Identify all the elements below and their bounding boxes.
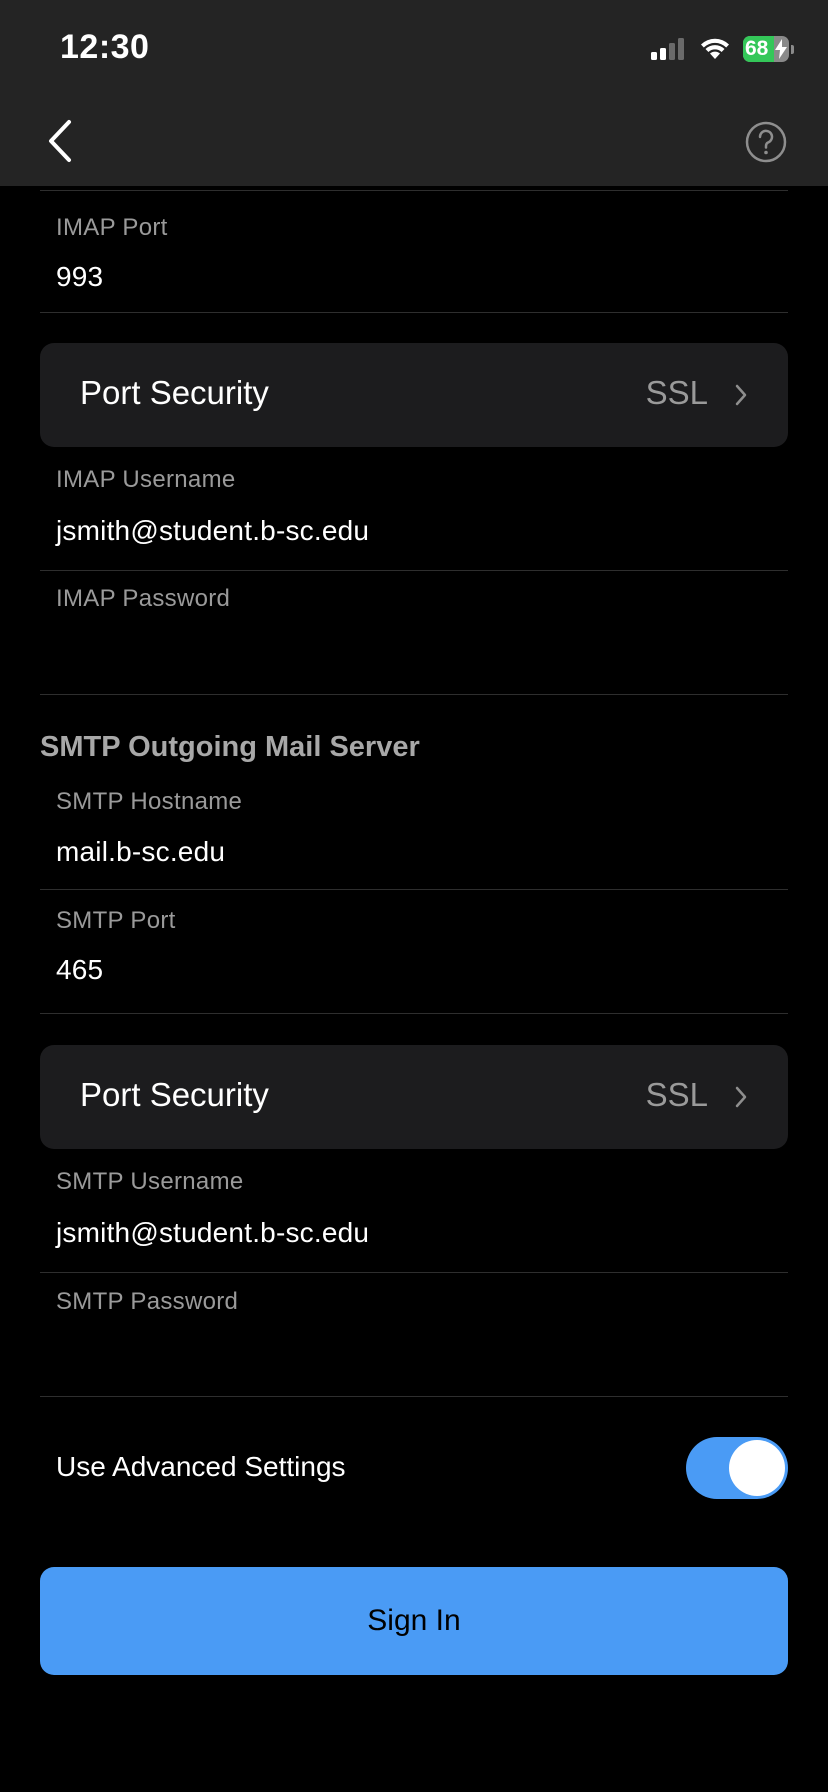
divider [40, 1013, 788, 1014]
smtp-username-value: jsmith@student.b-sc.edu [56, 1217, 370, 1248]
bolt-icon [775, 39, 787, 59]
question-circle-icon [745, 121, 787, 163]
imap-port-security-label: Port Security [80, 374, 269, 411]
chevron-right-icon [735, 384, 747, 406]
wifi-icon [701, 38, 729, 59]
smtp-password-label: SMTP Password [56, 1288, 239, 1315]
smtp-port-security-value: SSL [645, 1076, 708, 1113]
battery-charging-icon: 68 [743, 36, 794, 62]
sign-in-button[interactable]: Sign In [40, 1567, 788, 1675]
cellular-signal-icon [651, 38, 684, 60]
divider [40, 1396, 788, 1397]
imap-password-field[interactable]: IMAP Password [40, 571, 788, 695]
advanced-settings-toggle[interactable] [686, 1437, 788, 1499]
smtp-username-field[interactable]: SMTP Username jsmith@student.b-sc.edu [40, 1149, 788, 1273]
imap-port-security-row[interactable]: Port Security SSL [40, 343, 788, 447]
smtp-port-security-row[interactable]: Port Security SSL [40, 1045, 788, 1149]
toggle-knob [729, 1440, 785, 1496]
imap-port-value: 993 [56, 261, 104, 292]
nav-bar [0, 100, 828, 186]
imap-password-label: IMAP Password [56, 585, 231, 612]
smtp-hostname-value: mail.b-sc.edu [56, 836, 226, 867]
smtp-hostname-field[interactable]: SMTP Hostname mail.b-sc.edu [40, 781, 788, 905]
divider [40, 694, 788, 695]
divider [40, 312, 788, 313]
status-bar: 12:30 68 [0, 0, 828, 100]
advanced-settings-label: Use Advanced Settings [56, 1451, 346, 1482]
smtp-port-value: 465 [56, 954, 104, 985]
chevron-left-icon [49, 120, 71, 162]
smtp-hostname-label: SMTP Hostname [56, 788, 243, 815]
smtp-section-title: SMTP Outgoing Mail Server [40, 731, 420, 763]
help-button[interactable] [744, 120, 788, 164]
advanced-settings-row: Use Advanced Settings [40, 1429, 788, 1509]
chevron-right-icon [735, 1086, 747, 1108]
imap-username-field[interactable]: IMAP Username jsmith@student.b-sc.edu [40, 447, 788, 571]
back-button[interactable] [40, 116, 80, 166]
status-time: 12:30 [60, 28, 150, 66]
status-icons: 68 [651, 34, 794, 64]
imap-port-label: IMAP Port [56, 214, 168, 241]
smtp-port-label: SMTP Port [56, 907, 176, 934]
imap-port-field[interactable]: IMAP Port 993 [40, 190, 788, 312]
imap-username-label: IMAP Username [56, 466, 236, 493]
imap-port-security-value: SSL [645, 374, 708, 411]
smtp-username-label: SMTP Username [56, 1168, 244, 1195]
smtp-port-security-label: Port Security [80, 1076, 269, 1113]
smtp-port-field[interactable]: SMTP Port 465 [40, 890, 788, 1014]
imap-username-value: jsmith@student.b-sc.edu [56, 515, 370, 546]
smtp-password-field[interactable]: SMTP Password [40, 1273, 788, 1397]
